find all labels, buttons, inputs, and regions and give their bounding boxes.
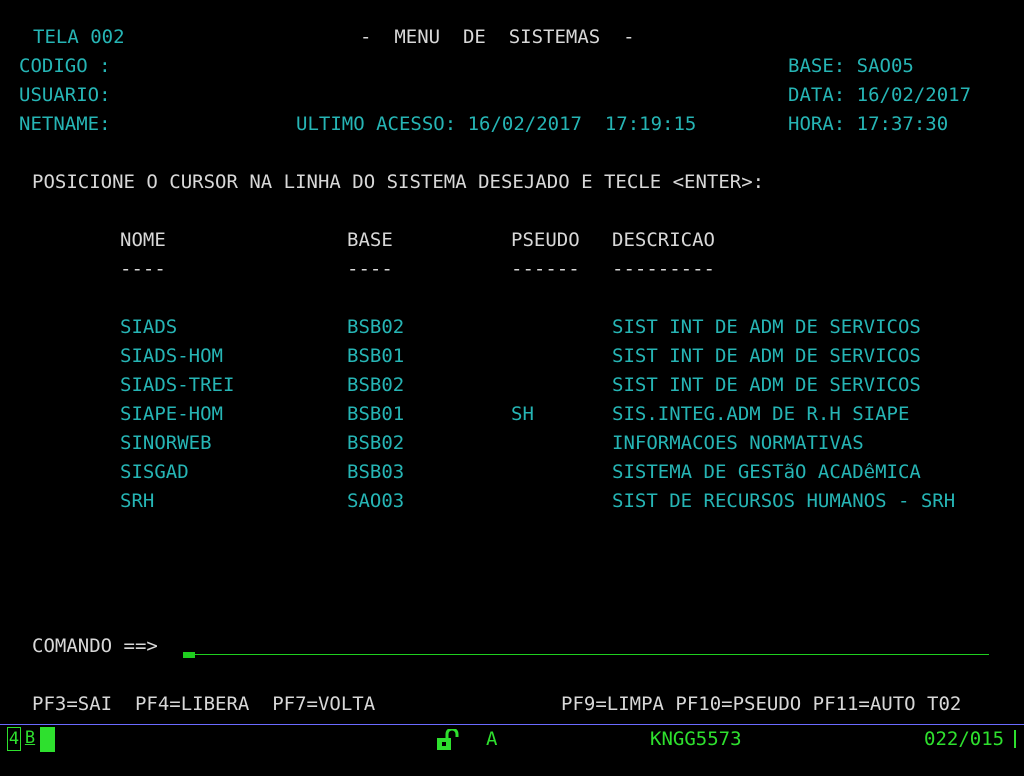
row-nome: SIAPE-HOM	[120, 403, 223, 425]
unlocked-padlock-icon	[437, 729, 459, 750]
function-keys-right: PF9=LIMPA PF10=PSEUDO PF11=AUTO T02	[561, 693, 962, 715]
row-descricao: SISTEMA DE GESTãO ACADêMICA	[612, 461, 921, 483]
status-lu-name: KNGG5573	[650, 728, 742, 750]
text-cursor	[183, 652, 195, 658]
row-base: BSB03	[347, 461, 405, 483]
column-underline-nome: ----	[120, 258, 166, 280]
status-cursor-position: 022/015	[924, 728, 1005, 750]
status-end-marker	[1014, 730, 1016, 748]
row-base: BSB02	[347, 374, 405, 396]
row-descricao: SIST INT DE ADM DE SERVICOS	[612, 374, 921, 396]
row-descricao: SIS.INTEG.ADM DE R.H SIAPE	[612, 403, 910, 425]
session-letter: B	[24, 728, 36, 748]
row-descricao: SIST DE RECURSOS HUMANOS - SRH	[612, 490, 956, 512]
base-info: BASE: SAO05	[788, 55, 914, 77]
row-base: BSB01	[347, 403, 405, 425]
column-header-descricao: DESCRICAO	[612, 229, 715, 251]
instruction-text: POSICIONE O CURSOR NA LINHA DO SISTEMA D…	[32, 171, 765, 193]
row-nome: SIADS	[120, 316, 178, 338]
command-label: COMANDO ==>	[32, 635, 158, 657]
row-nome: SIADS-TREI	[120, 374, 235, 396]
row-pseudo: SH	[511, 403, 534, 425]
status-mode: A	[486, 728, 498, 750]
hora-info: HORA: 17:37:30	[788, 113, 949, 135]
column-header-nome: NOME	[120, 229, 166, 251]
row-descricao: SIST INT DE ADM DE SERVICOS	[612, 316, 921, 338]
codigo-label: CODIGO :	[19, 55, 111, 77]
row-nome: SINORWEB	[120, 432, 212, 454]
usuario-label: USUARIO:	[19, 84, 111, 106]
row-base: SAO03	[347, 490, 405, 512]
screen-title: - MENU DE SISTEMAS -	[360, 26, 635, 48]
column-underline-pseudo: ------	[511, 258, 580, 280]
column-header-pseudo: PSEUDO	[511, 229, 580, 251]
column-header-base: BASE	[347, 229, 393, 251]
row-base: BSB01	[347, 345, 405, 367]
netname-label: NETNAME:	[19, 113, 111, 135]
command-field-underline	[183, 654, 989, 655]
row-nome: SRH	[120, 490, 155, 512]
ultimo-acesso: ULTIMO ACESSO: 16/02/2017 17:19:15	[296, 113, 697, 135]
column-underline-descricao: ---------	[612, 258, 715, 280]
data-info: DATA: 16/02/2017	[788, 84, 972, 106]
row-base: BSB02	[347, 432, 405, 454]
row-descricao: SIST INT DE ADM DE SERVICOS	[612, 345, 921, 367]
status-cursor-block	[40, 727, 55, 752]
row-base: BSB02	[347, 316, 405, 338]
column-underline-base: ----	[347, 258, 393, 280]
row-descricao: INFORMACOES NORMATIVAS	[612, 432, 864, 454]
row-nome: SISGAD	[120, 461, 189, 483]
row-nome: SIADS-HOM	[120, 345, 223, 367]
status-separator	[0, 724, 1024, 725]
session-number: 4	[7, 727, 21, 751]
screen-id: TELA 002	[33, 26, 125, 48]
function-keys-left: PF3=SAI PF4=LIBERA PF7=VOLTA	[32, 693, 376, 715]
